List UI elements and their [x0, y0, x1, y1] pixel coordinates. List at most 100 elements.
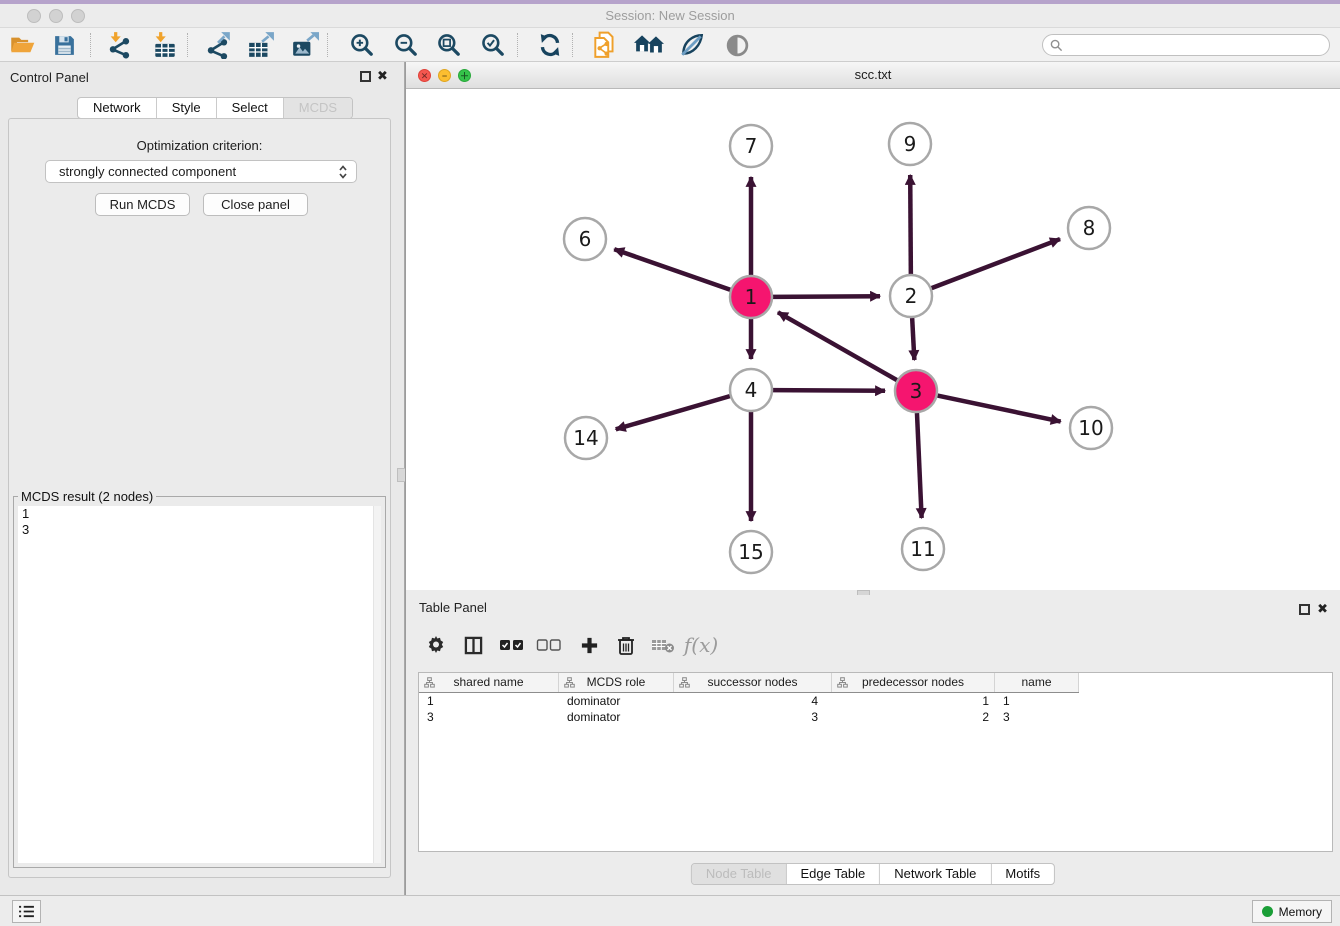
tab-node-table[interactable]: Node Table: [692, 864, 787, 884]
graph-edge[interactable]: [932, 239, 1060, 288]
tab-select[interactable]: Select: [217, 98, 284, 118]
criterion-select[interactable]: strongly connected component: [45, 160, 357, 183]
clone-network-icon[interactable]: [588, 31, 622, 59]
graph-node[interactable]: 11: [902, 528, 944, 570]
birds-eye-view-icon[interactable]: [720, 31, 754, 59]
export-table-icon[interactable]: [244, 31, 278, 59]
graph-node[interactable]: 10: [1070, 407, 1112, 449]
window-titlebar: Session: New Session: [0, 4, 1340, 28]
cell-predecessor-nodes[interactable]: 2: [832, 709, 995, 725]
graph-node[interactable]: 7: [730, 125, 772, 167]
graph-node[interactable]: 1: [730, 276, 772, 318]
float-table-panel-icon[interactable]: [1299, 604, 1310, 615]
close-table-panel-icon[interactable]: ✖: [1317, 601, 1328, 617]
svg-text:7: 7: [745, 134, 758, 158]
table-row[interactable]: 1 dominator 4 1 1: [419, 693, 1332, 709]
zoom-out-icon[interactable]: [389, 31, 423, 59]
graph-node[interactable]: 2: [890, 275, 932, 317]
network-close-button[interactable]: ✕: [418, 69, 431, 82]
graph-edge[interactable]: [778, 312, 897, 380]
zoom-selected-icon[interactable]: [476, 31, 510, 59]
delete-column-trash-icon[interactable]: [611, 631, 641, 659]
column-view-icon[interactable]: [458, 631, 488, 659]
refresh-icon[interactable]: [533, 31, 567, 59]
import-table-icon[interactable]: [148, 31, 182, 59]
cell-name[interactable]: 1: [995, 693, 1079, 709]
graph-edge[interactable]: [616, 396, 730, 429]
tab-network-table[interactable]: Network Table: [880, 864, 991, 884]
network-canvas[interactable]: 7 9 6 8 1 2 4 3 14 10 15 11: [406, 89, 1340, 590]
function-builder-icon[interactable]: f(x): [686, 631, 716, 659]
tab-edge-table[interactable]: Edge Table: [786, 864, 880, 884]
cell-mcds-role[interactable]: dominator: [559, 709, 674, 725]
graph-edge[interactable]: [910, 175, 911, 274]
zoom-in-icon[interactable]: [345, 31, 379, 59]
export-network-icon[interactable]: [201, 31, 235, 59]
search-input[interactable]: [1067, 38, 1329, 52]
graph-edge[interactable]: [912, 318, 914, 360]
add-column-icon[interactable]: [574, 631, 604, 659]
graph-node[interactable]: 6: [564, 218, 606, 260]
graph-edge[interactable]: [938, 396, 1061, 422]
minimize-window-button[interactable]: [49, 9, 63, 23]
cell-shared-name[interactable]: 1: [419, 693, 559, 709]
graphics-details-icon[interactable]: [675, 31, 709, 59]
column-header-name[interactable]: name: [995, 673, 1079, 692]
export-image-icon[interactable]: [288, 31, 322, 59]
graph-node[interactable]: 3: [895, 370, 937, 412]
svg-text:9: 9: [904, 132, 917, 156]
cell-predecessor-nodes[interactable]: 1: [832, 693, 995, 709]
open-session-icon[interactable]: [5, 31, 39, 59]
cell-shared-name[interactable]: 3: [419, 709, 559, 725]
workspace-region: ✕ − ＋ scc.txt 7968124314101511 Table Pan…: [405, 62, 1340, 895]
table-row[interactable]: 3 dominator 3 2 3: [419, 709, 1332, 725]
tab-network[interactable]: Network: [78, 98, 157, 118]
mcds-result-textarea[interactable]: 1 3: [18, 506, 381, 863]
deselect-all-rows-icon[interactable]: [534, 631, 564, 659]
close-window-button[interactable]: [27, 9, 41, 23]
graph-node[interactable]: 9: [889, 123, 931, 165]
import-network-icon[interactable]: [103, 31, 137, 59]
graph-node[interactable]: 8: [1068, 207, 1110, 249]
result-scrollbar[interactable]: [373, 506, 381, 863]
select-all-rows-icon[interactable]: [497, 631, 527, 659]
toolbar-separator: [327, 33, 328, 57]
table-settings-gear-icon[interactable]: [421, 631, 451, 659]
delete-table-icon[interactable]: [648, 631, 678, 659]
graph-edge[interactable]: [773, 390, 885, 391]
tab-mcds[interactable]: MCDS: [284, 98, 352, 118]
cell-successor-nodes[interactable]: 3: [674, 709, 832, 725]
graph-node[interactable]: 14: [565, 417, 607, 459]
network-maximize-button[interactable]: ＋: [458, 69, 471, 82]
cell-name[interactable]: 3: [995, 709, 1079, 725]
cell-successor-nodes[interactable]: 4: [674, 693, 832, 709]
network-minimize-button[interactable]: −: [438, 69, 451, 82]
zoom-fit-icon[interactable]: [432, 31, 466, 59]
maximize-window-button[interactable]: [71, 9, 85, 23]
float-panel-icon[interactable]: [360, 71, 371, 82]
graph-edge[interactable]: [773, 296, 880, 297]
tab-style[interactable]: Style: [157, 98, 217, 118]
first-neighbors-icon[interactable]: [632, 31, 666, 59]
graph-edge[interactable]: [614, 249, 730, 290]
window-title: Session: New Session: [0, 4, 1340, 27]
cell-mcds-role[interactable]: dominator: [559, 693, 674, 709]
graph-node[interactable]: 15: [730, 531, 772, 573]
search-field[interactable]: [1042, 34, 1330, 56]
close-panel-button[interactable]: Close panel: [203, 193, 308, 216]
network-window-titlebar[interactable]: ✕ − ＋ scc.txt: [406, 62, 1340, 89]
run-mcds-button[interactable]: Run MCDS: [95, 193, 190, 216]
save-session-icon[interactable]: [47, 31, 81, 59]
column-header-mcds-role[interactable]: MCDS role: [559, 673, 674, 692]
memory-button[interactable]: Memory: [1252, 900, 1332, 923]
column-header-successor-nodes[interactable]: successor nodes: [674, 673, 832, 692]
graph-node[interactable]: 4: [730, 369, 772, 411]
svg-text:8: 8: [1083, 216, 1096, 240]
column-header-shared-name[interactable]: shared name: [419, 673, 559, 692]
task-history-button[interactable]: [12, 900, 41, 923]
graph-edge[interactable]: [917, 413, 922, 518]
column-header-predecessor-nodes[interactable]: predecessor nodes: [832, 673, 995, 692]
network-graph[interactable]: 7 9 6 8 1 2 4 3 14 10 15 11: [406, 89, 1340, 590]
tab-motifs[interactable]: Motifs: [991, 864, 1054, 884]
close-panel-icon[interactable]: ✖: [377, 68, 388, 84]
